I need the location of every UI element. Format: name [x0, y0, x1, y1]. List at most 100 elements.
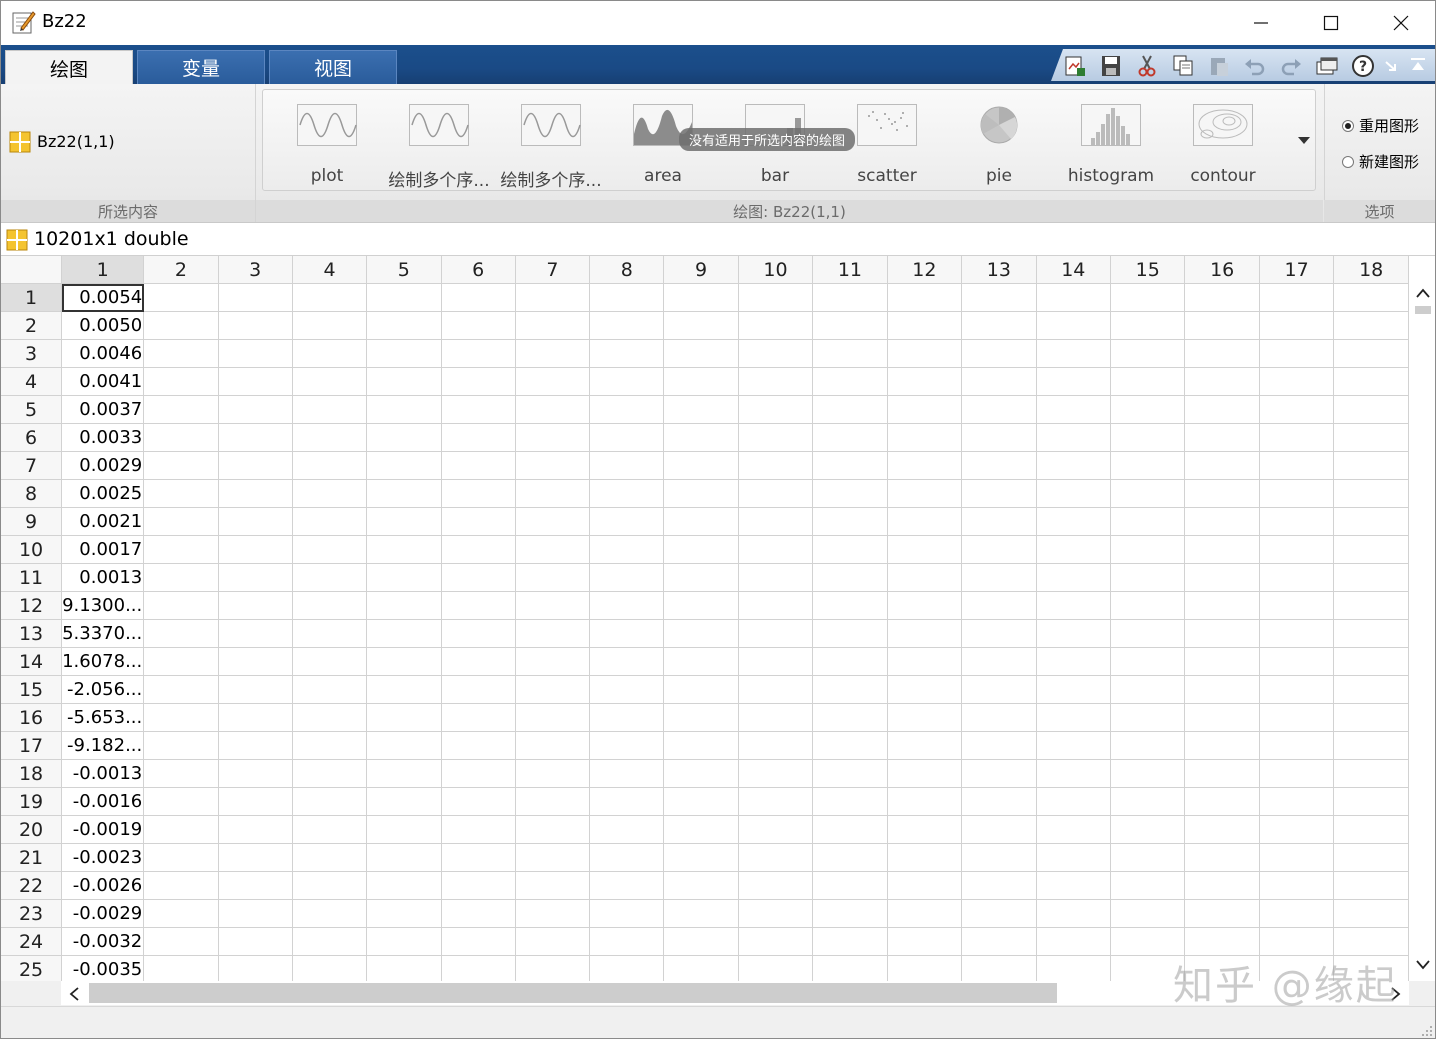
grid-cell[interactable]	[143, 759, 219, 788]
grid-cell[interactable]	[1184, 815, 1260, 844]
minimize-button[interactable]	[1226, 1, 1296, 45]
grid-cell[interactable]	[1333, 731, 1409, 760]
grid-cell[interactable]	[738, 563, 814, 592]
grid-cell[interactable]	[738, 283, 814, 312]
grid-cell[interactable]	[1036, 479, 1112, 508]
grid-cell[interactable]	[663, 283, 739, 312]
grid-cell[interactable]	[1110, 591, 1186, 620]
grid-cell[interactable]	[366, 283, 442, 312]
resize-grip-icon[interactable]	[1419, 1023, 1433, 1037]
grid-cell[interactable]: -2.056...	[61, 675, 145, 704]
grid-cell[interactable]	[366, 703, 442, 732]
row-header[interactable]: 15	[1, 675, 63, 704]
grid-cell[interactable]: 0.0037	[61, 395, 145, 424]
save-icon[interactable]	[1099, 55, 1123, 77]
cut-icon[interactable]	[1135, 55, 1159, 77]
grid-cell[interactable]	[441, 591, 516, 620]
corner-cell[interactable]	[1, 256, 63, 284]
grid-cell[interactable]	[663, 311, 739, 340]
grid-cell[interactable]	[738, 787, 814, 816]
grid-cell[interactable]	[1110, 927, 1186, 956]
grid-cell[interactable]	[1110, 423, 1186, 452]
redo-icon[interactable]	[1279, 55, 1303, 77]
grid-cell[interactable]	[1110, 703, 1186, 732]
grid-cell[interactable]	[441, 815, 516, 844]
grid-cell[interactable]	[887, 731, 963, 760]
row-header[interactable]: 22	[1, 871, 63, 900]
grid-cell[interactable]	[1259, 507, 1335, 536]
row-header[interactable]: 1	[1, 283, 63, 312]
grid-cell[interactable]	[1259, 703, 1335, 732]
grid-cell[interactable]	[961, 787, 1037, 816]
grid-cell[interactable]	[441, 339, 516, 368]
grid-cell[interactable]	[366, 871, 442, 900]
grid-cell[interactable]	[812, 703, 888, 732]
grid-cell[interactable]	[218, 311, 293, 340]
grid-cell[interactable]	[441, 395, 516, 424]
grid-cell[interactable]	[1110, 731, 1186, 760]
grid-cell[interactable]	[292, 563, 368, 592]
grid-cell[interactable]	[515, 563, 591, 592]
row-header[interactable]: 21	[1, 843, 63, 872]
grid-cell[interactable]	[1036, 619, 1112, 648]
grid-cell[interactable]	[1184, 927, 1260, 956]
grid-cell[interactable]	[663, 675, 739, 704]
grid-cell[interactable]	[738, 731, 814, 760]
column-header[interactable]: 16	[1184, 256, 1260, 284]
grid-cell[interactable]	[1036, 591, 1112, 620]
grid-cell[interactable]	[887, 367, 963, 396]
grid-cell[interactable]	[1333, 647, 1409, 676]
grid-cell[interactable]	[218, 367, 293, 396]
grid-cell[interactable]	[143, 619, 219, 648]
grid-cell[interactable]	[1333, 591, 1409, 620]
grid-cell[interactable]	[366, 787, 442, 816]
grid-cell[interactable]	[366, 647, 442, 676]
grid-cell[interactable]	[1036, 955, 1112, 981]
grid-cell[interactable]	[1333, 563, 1409, 592]
grid-cell[interactable]: -0.0016	[61, 787, 145, 816]
grid-cell[interactable]	[1333, 815, 1409, 844]
grid-cell[interactable]	[143, 535, 219, 564]
grid-cell[interactable]	[515, 283, 591, 312]
grid-cell[interactable]	[887, 647, 963, 676]
grid-cell[interactable]	[663, 955, 739, 981]
grid-cell[interactable]	[143, 647, 219, 676]
grid-cell[interactable]	[738, 955, 814, 981]
grid-cell[interactable]	[887, 339, 963, 368]
grid-cell[interactable]	[1036, 311, 1112, 340]
column-header[interactable]: 14	[1036, 256, 1112, 284]
gallery-item-pie[interactable]: pie	[943, 90, 1055, 190]
grid-cell[interactable]	[218, 815, 293, 844]
grid-cell[interactable]	[1184, 451, 1260, 480]
grid-cell[interactable]: -0.0026	[61, 871, 145, 900]
grid-cell[interactable]	[589, 871, 665, 900]
grid-cell[interactable]	[738, 759, 814, 788]
grid-cell[interactable]	[515, 815, 591, 844]
grid-cell[interactable]	[441, 703, 516, 732]
grid-cell[interactable]: -0.0019	[61, 815, 145, 844]
grid-cell[interactable]	[515, 899, 591, 928]
grid-cell[interactable]	[515, 535, 591, 564]
column-header[interactable]: 1	[61, 256, 145, 284]
grid-cell[interactable]	[589, 479, 665, 508]
grid-cell[interactable]: 0.0054	[61, 283, 145, 312]
grid-cell[interactable]	[1333, 423, 1409, 452]
column-header[interactable]: 11	[812, 256, 888, 284]
grid-cell[interactable]	[366, 423, 442, 452]
grid-cell[interactable]	[887, 619, 963, 648]
grid-cell[interactable]	[738, 871, 814, 900]
grid-cell[interactable]	[1259, 759, 1335, 788]
grid-cell[interactable]	[441, 955, 516, 981]
grid-cell[interactable]	[887, 283, 963, 312]
grid-cell[interactable]	[812, 787, 888, 816]
grid-cell[interactable]	[1333, 899, 1409, 928]
grid-cell[interactable]	[1333, 843, 1409, 872]
grid-cell[interactable]	[812, 843, 888, 872]
grid-cell[interactable]	[1036, 283, 1112, 312]
grid-cell[interactable]	[1184, 283, 1260, 312]
grid-cell[interactable]	[292, 423, 368, 452]
grid-cell[interactable]	[441, 927, 516, 956]
column-header[interactable]: 7	[515, 256, 591, 284]
grid-cell[interactable]	[812, 759, 888, 788]
grid-cell[interactable]	[143, 899, 219, 928]
